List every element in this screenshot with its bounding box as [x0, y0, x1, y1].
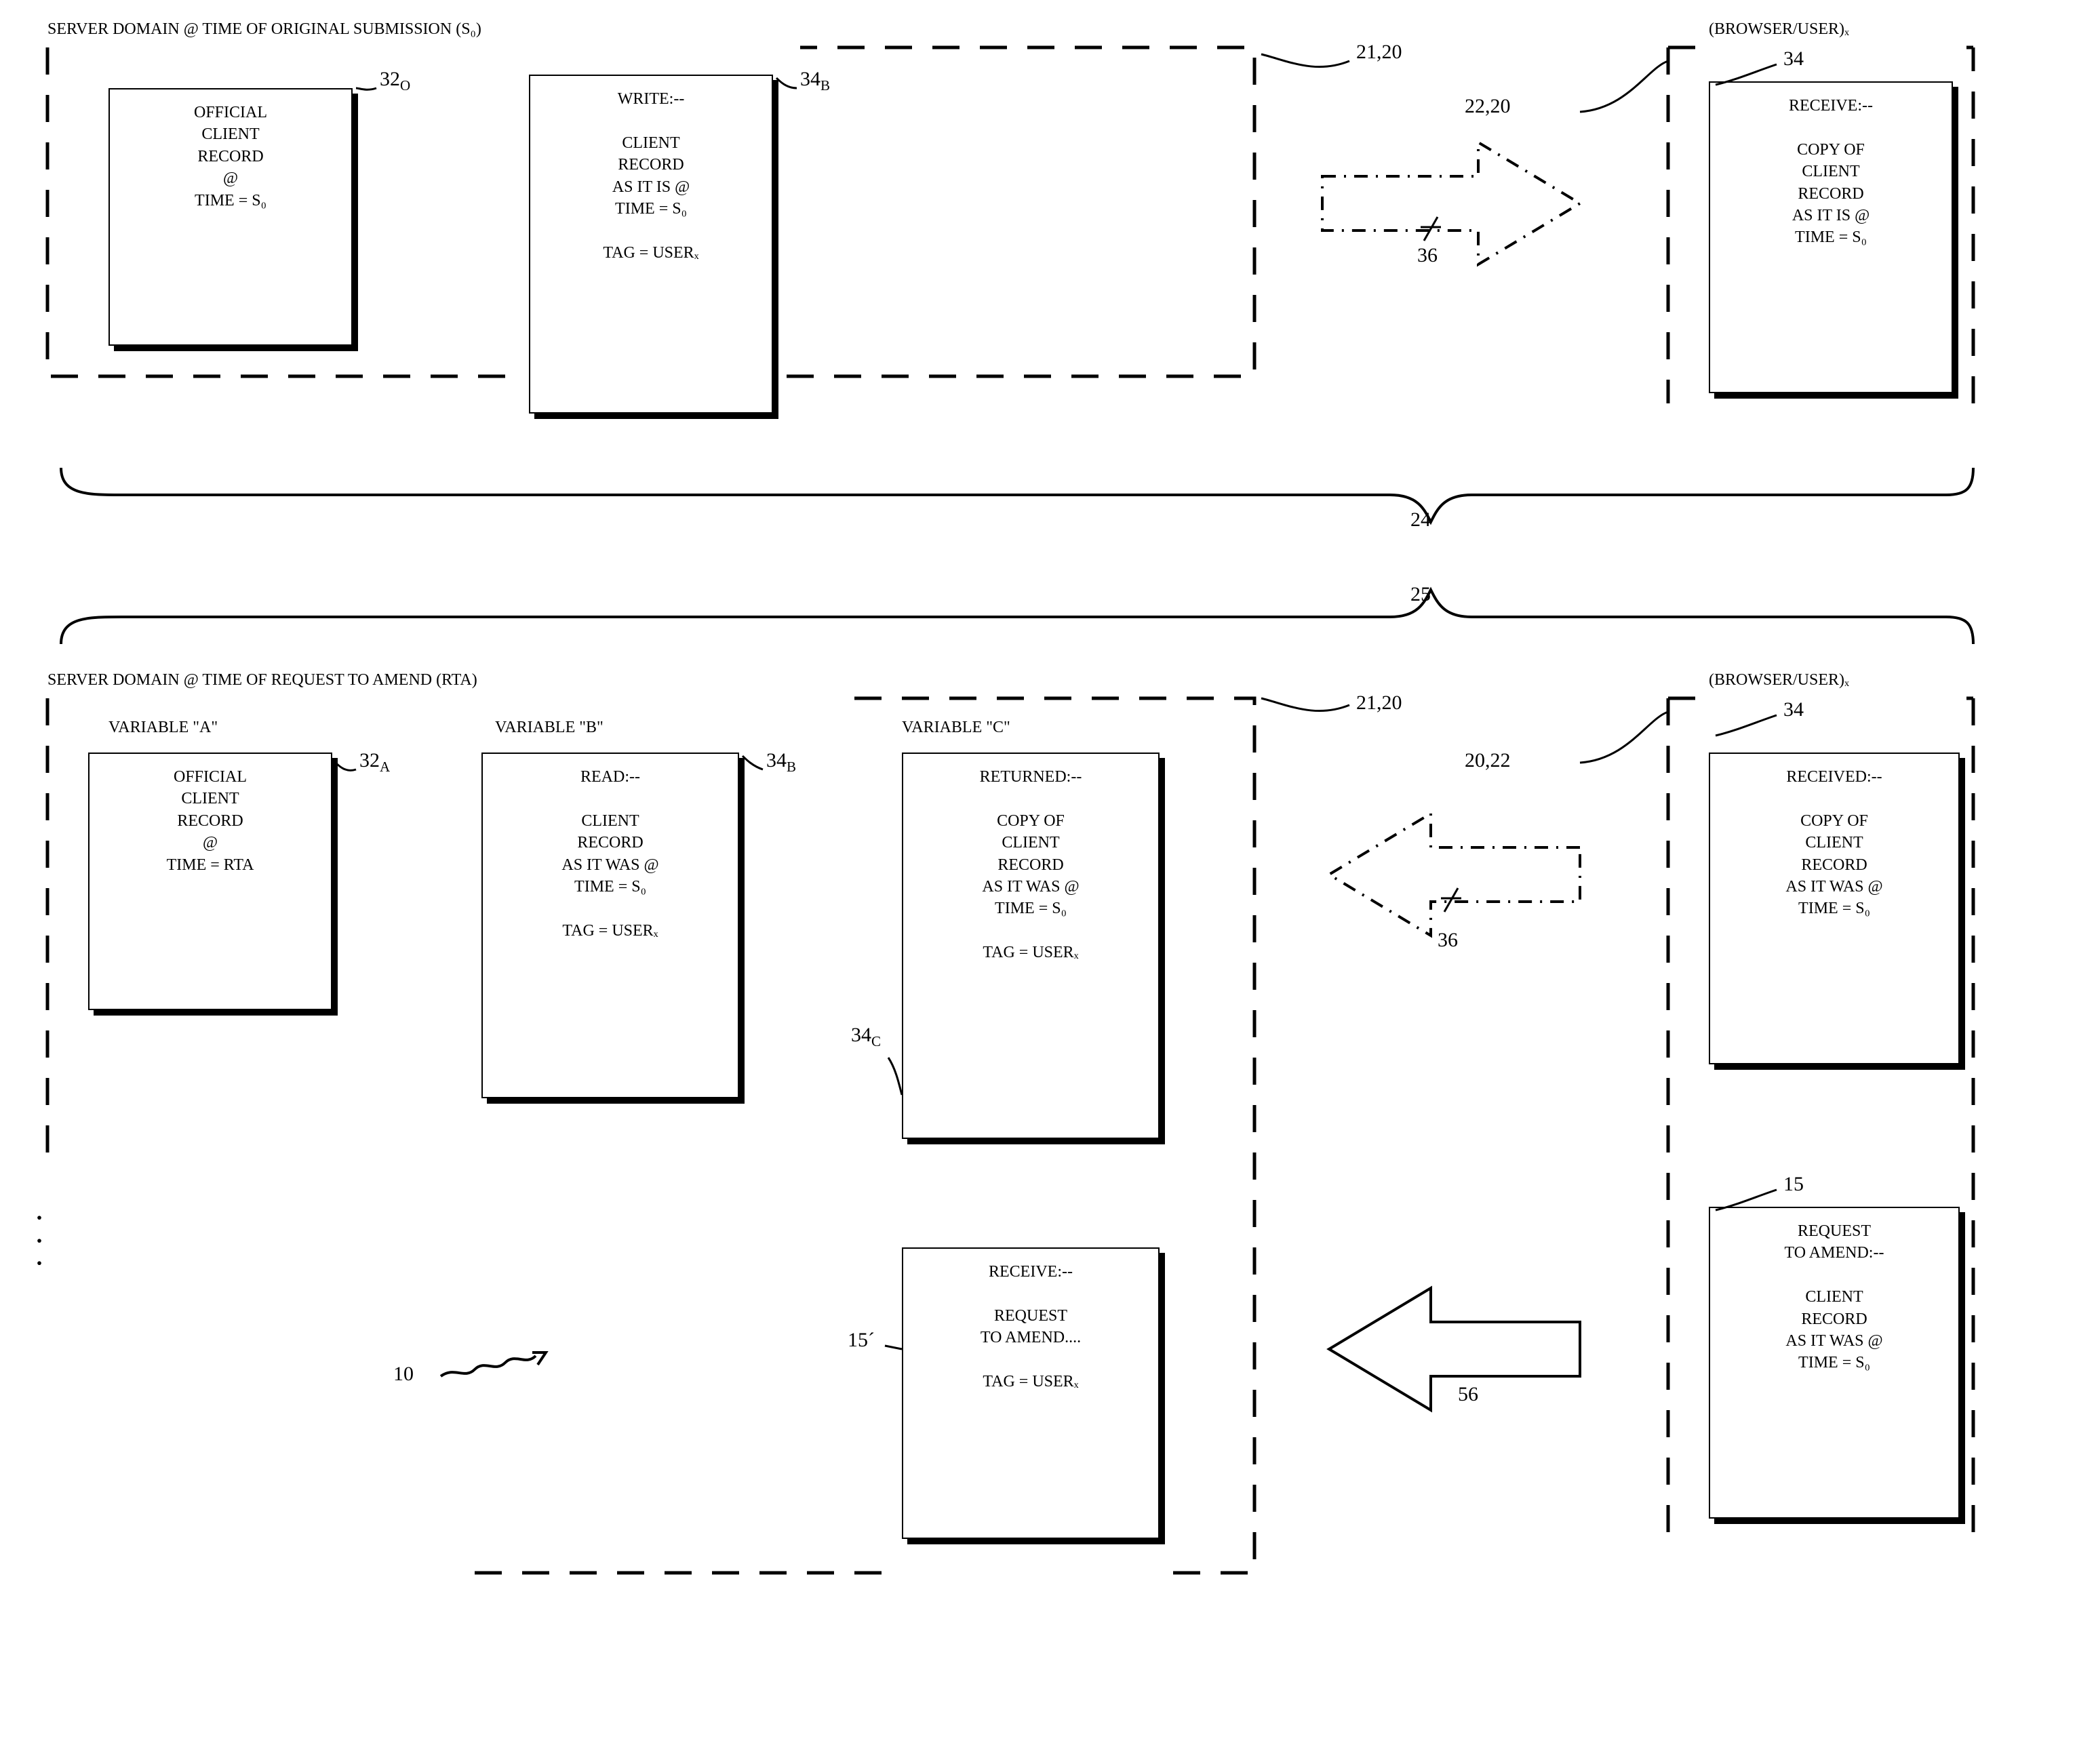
ref-10: 10 [393, 1363, 414, 1386]
ref-21-20-bottom: 21,20 [1356, 691, 1402, 715]
ref-15-prime: 15´ [848, 1329, 875, 1352]
ref-36-top: 36 [1417, 244, 1438, 267]
box-variable-a: OFFICIAL CLIENT RECORD @ TIME = RTA [88, 753, 332, 1010]
ref-32a: 32A [359, 749, 390, 776]
top-write-client-record-box: WRITE:-- CLIENT RECORD AS IT IS @ TIME =… [529, 75, 773, 414]
top-receive-copy-box: RECEIVE:-- COPY OF CLIENT RECORD AS IT I… [1709, 81, 1953, 393]
bottom-browser-label: (BROWSER/USER)ₓ [1709, 671, 1849, 689]
variable-c-label: VARIABLE "C" [902, 719, 1010, 737]
variable-b-label: VARIABLE "B" [495, 719, 604, 737]
ref-32o: 32O [380, 68, 410, 94]
ref-24: 24 [1410, 508, 1431, 532]
box-browser-request-amend: REQUEST TO AMEND:-- CLIENT RECORD AS IT … [1709, 1207, 1960, 1519]
ref-20-22-bottom: 20,22 [1465, 749, 1511, 772]
ref-34-top: 34 [1783, 47, 1804, 71]
box-variable-c: RETURNED:-- COPY OF CLIENT RECORD AS IT … [902, 753, 1160, 1139]
ref-21-20-top: 21,20 [1356, 41, 1402, 64]
ref-34c: 34C [851, 1024, 881, 1050]
box-browser-received: RECEIVED:-- COPY OF CLIENT RECORD AS IT … [1709, 753, 1960, 1064]
ref-36-bottom: 36 [1438, 929, 1458, 952]
variable-a-label: VARIABLE "A" [108, 719, 218, 737]
ref-34b-top: 34B [800, 68, 830, 94]
ref-56: 56 [1458, 1383, 1478, 1406]
box-variable-b: READ:-- CLIENT RECORD AS IT WAS @ TIME =… [481, 753, 739, 1098]
bottom-server-domain-title: SERVER DOMAIN @ TIME OF REQUEST TO AMEND… [47, 671, 477, 689]
diagram-root: SERVER DOMAIN @ TIME OF ORIGINAL SUBMISS… [20, 20, 1987, 1715]
ref-22-20-top: 22,20 [1465, 95, 1511, 118]
top-official-client-record-box: OFFICIAL CLIENT RECORD @ TIME = S₀ [108, 88, 353, 346]
ref-34-bottom: 34 [1783, 698, 1804, 721]
ref-34b-bottom: 34B [766, 749, 796, 776]
ref-25: 25 [1410, 583, 1431, 606]
vertical-ellipsis: ··· [34, 1207, 45, 1275]
top-server-domain-title: SERVER DOMAIN @ TIME OF ORIGINAL SUBMISS… [47, 20, 481, 39]
top-browser-label: (BROWSER/USER)ₓ [1709, 20, 1849, 39]
ref-15: 15 [1783, 1173, 1804, 1196]
box-receive-request: RECEIVE:-- REQUEST TO AMEND.... TAG = US… [902, 1247, 1160, 1539]
